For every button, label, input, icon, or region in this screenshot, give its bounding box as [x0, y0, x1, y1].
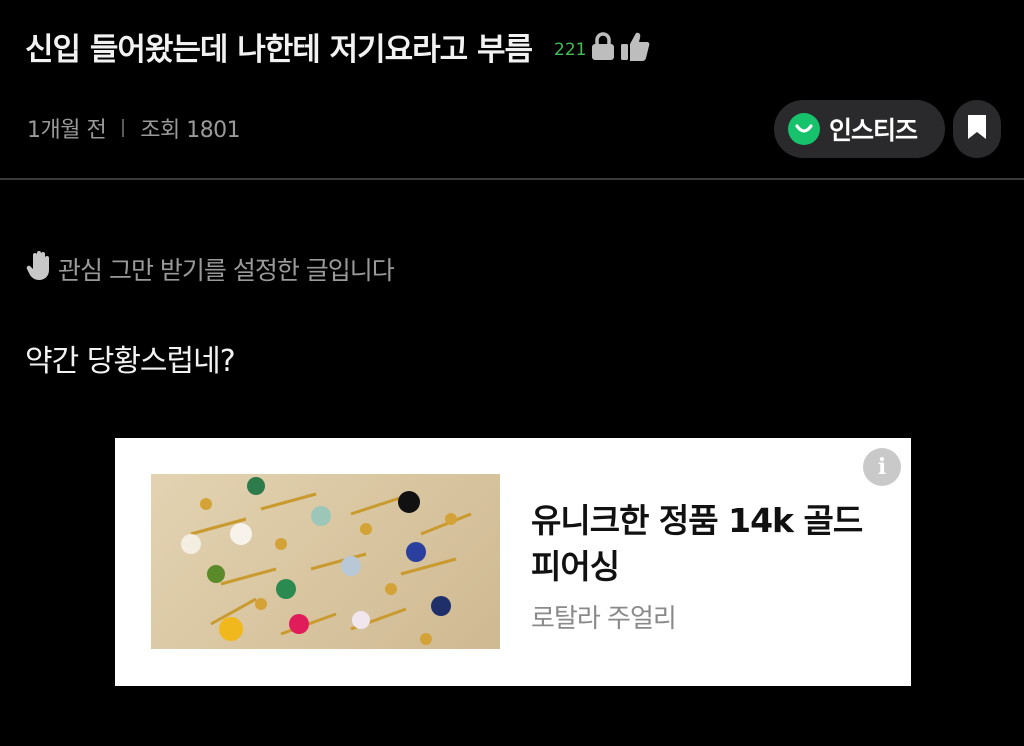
- ad-card[interactable]: i 유니크한 정품 14k 골드 피어싱 로탈라 주얼리: [115, 438, 911, 686]
- ad-image[interactable]: [151, 474, 500, 649]
- bookmark-button[interactable]: [953, 100, 1001, 158]
- community-logo-icon: [788, 113, 820, 145]
- lock-icon: [590, 31, 616, 65]
- notice-text: 관심 그만 받기를 설정한 글입니다: [58, 256, 395, 285]
- post-time: 1개월 전: [27, 118, 107, 143]
- post-body: 약간 당황스럽네?: [25, 344, 236, 379]
- meta-separator: [122, 119, 125, 137]
- notice-row: 관심 그만 받기를 설정한 글입니다: [26, 250, 395, 288]
- bookmark-icon: [966, 113, 988, 145]
- ad-headline[interactable]: 유니크한 정품 14k 골드 피어싱: [531, 498, 871, 590]
- post-meta: 1개월 전 조회 1801: [27, 112, 241, 144]
- post-title: 신입 들어왔는데 나한테 저기요라고 부름: [25, 32, 533, 68]
- post-views: 조회 1801: [140, 118, 241, 143]
- info-icon[interactable]: i: [863, 448, 901, 486]
- like-count: 221: [554, 39, 587, 60]
- post-title-row: 신입 들어왔는데 나한테 저기요라고 부름 221: [25, 24, 650, 69]
- community-name: 인스티즈: [829, 116, 918, 145]
- thumbs-up-icon: [620, 30, 650, 66]
- ad-advertiser: 로탈라 주얼리: [531, 604, 677, 634]
- header-divider: [0, 178, 1024, 180]
- community-button[interactable]: 인스티즈: [774, 100, 945, 158]
- raised-hand-icon: [26, 250, 54, 288]
